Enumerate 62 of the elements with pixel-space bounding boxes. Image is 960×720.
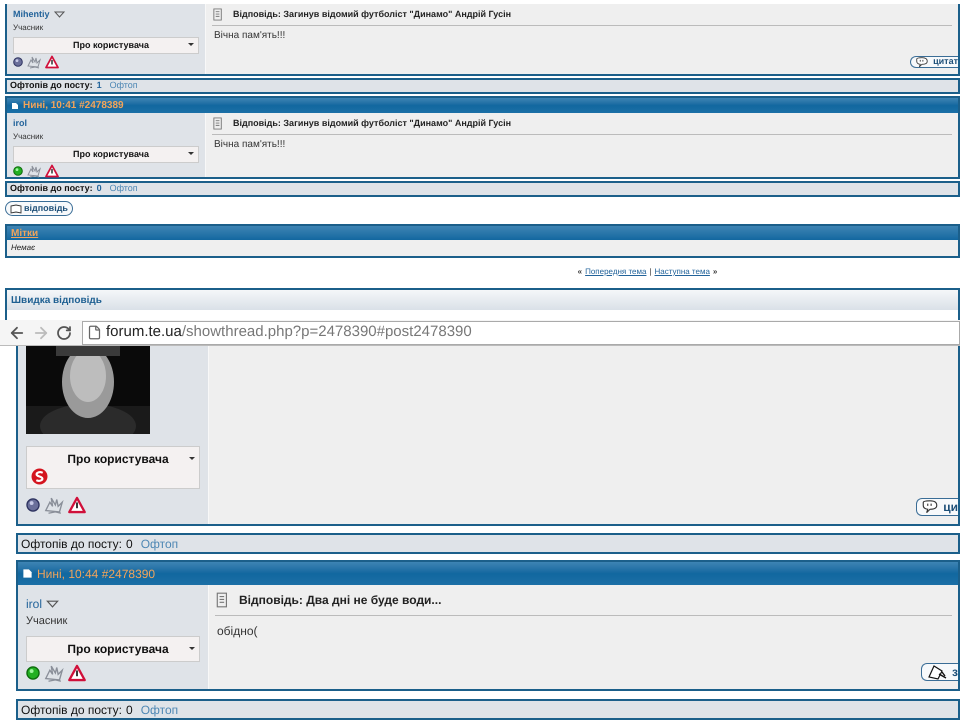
caret-icon[interactable]: [54, 11, 65, 18]
profile-menu-label: Про користувача: [66, 451, 170, 468]
caret-icon: [188, 43, 194, 48]
post-title: Відповідь: Загинув відомий футболіст "Динамо" Андрій Гусін: [233, 8, 512, 21]
nav-separator: |: [649, 266, 652, 278]
url-field[interactable]: forum.te.ua/showthread.php?p=2478390#post2478390: [82, 320, 960, 344]
offtopic-count: 0: [126, 536, 133, 552]
nav-quote: «: [578, 266, 582, 278]
quote-button[interactable]: цитат: [910, 56, 958, 68]
offtopic-label: Офтопів до посту:: [21, 536, 122, 552]
nav-quote: »: [712, 266, 718, 278]
warning-icon[interactable]: [45, 55, 59, 69]
user-rank: Учасник: [26, 614, 68, 630]
profile-menu-label: Про користувача: [72, 38, 150, 52]
profile-menu-label: Про користувача: [66, 640, 170, 658]
username-link[interactable]: Mihentiy: [13, 8, 50, 22]
offtopic-count: 0: [96, 182, 102, 196]
offtopic-count: 1: [96, 79, 102, 92]
post-date: Нині, 10:44 #2478390: [37, 566, 156, 583]
post-message: обідно(: [216, 623, 259, 640]
username-link[interactable]: irol: [13, 117, 28, 130]
profile-dropdown[interactable]: Про користувача: [13, 36, 199, 54]
post-title: Відповідь: Загинув відомий футболіст "Динамо" Андрій Гусін: [233, 117, 512, 130]
skype-icon[interactable]: [31, 468, 48, 485]
profile-dropdown[interactable]: Про користувача: [13, 146, 199, 163]
offtopic-label: Офтопів до посту:: [21, 702, 122, 718]
warning-icon[interactable]: [68, 664, 86, 682]
url-path: /showthread.php?p=2478390#post2478390: [182, 322, 472, 342]
post-message: Вічна пам'ять!!!: [213, 138, 286, 152]
warning-icon[interactable]: [68, 496, 86, 514]
caret-icon: [188, 152, 194, 156]
offtopic-label: Офтопів до посту:: [10, 182, 93, 196]
edit-button[interactable]: з: [921, 663, 958, 682]
quick-reply-title: Швидка відповідь: [11, 294, 102, 308]
reply-button[interactable]: відповідь: [5, 201, 73, 216]
post-date: Нині, 10:41 #2478389: [23, 99, 124, 113]
speech-bubble-icon: [915, 56, 930, 68]
user-rank: Учасник: [13, 130, 44, 142]
tags-title: Мітки: [11, 226, 38, 240]
pencil-paper-icon: [926, 664, 948, 680]
caret-icon: [189, 646, 195, 651]
offtopic-label: Офтопів до посту:: [10, 79, 93, 92]
caret-icon[interactable]: [46, 600, 60, 608]
offtopic-count: 0: [126, 702, 133, 718]
previous-thread-link[interactable]: Попередня тема: [585, 266, 646, 278]
next-thread-link[interactable]: Наступна тема: [654, 266, 710, 278]
profile-dropdown[interactable]: Про користувача: [26, 446, 200, 489]
profile-menu-label: Про користувача: [72, 148, 150, 161]
reload-icon[interactable]: [56, 324, 72, 340]
tags-value: Немає: [11, 242, 36, 254]
document-icon: [212, 8, 225, 22]
document-icon: [212, 117, 225, 130]
quote-button[interactable]: ци: [916, 498, 958, 516]
caret-icon: [189, 457, 195, 461]
url-domain: forum.te.ua: [106, 322, 182, 342]
post-message: Вічна пам'ять!!!: [213, 28, 286, 42]
post-title: Відповідь: Два дні не буде води...: [239, 592, 442, 610]
speech-bubble-icon: [921, 500, 940, 514]
warning-icon[interactable]: [45, 164, 59, 178]
profile-dropdown[interactable]: Про користувача: [26, 636, 200, 662]
username-link[interactable]: irol: [26, 595, 42, 614]
user-rank: Учасник: [13, 22, 44, 34]
